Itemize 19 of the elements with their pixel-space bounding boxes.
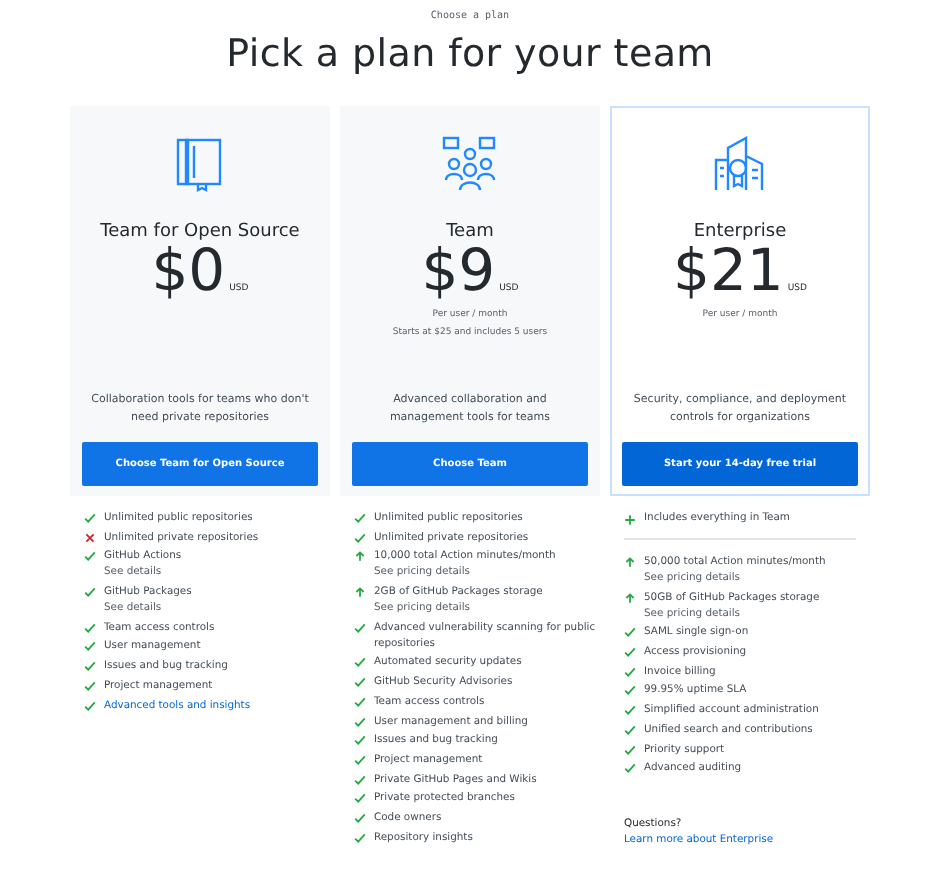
- building-icon: [712, 136, 768, 192]
- arrow-up-icon: [354, 550, 366, 563]
- arrow-up-icon: [624, 591, 636, 604]
- arrow-up-icon: [354, 586, 366, 599]
- plan-price: $9: [421, 238, 496, 302]
- plan-name: Team for Open Source: [100, 222, 300, 242]
- check-icon: [84, 586, 96, 599]
- plan-name: Enterprise: [693, 222, 787, 242]
- plan-price: $0: [151, 238, 226, 302]
- check-icon: [84, 550, 96, 563]
- cross-icon: [84, 531, 96, 544]
- check-icon: [84, 512, 96, 524]
- plan-price: $21: [673, 238, 784, 302]
- page-title: Pick a plan for your team: [226, 32, 714, 76]
- plus-icon: [624, 513, 636, 525]
- arrow-up-icon: [624, 556, 636, 568]
- people-icon: [442, 136, 498, 192]
- check-icon: [354, 621, 366, 634]
- plan-name: Team: [446, 222, 494, 242]
